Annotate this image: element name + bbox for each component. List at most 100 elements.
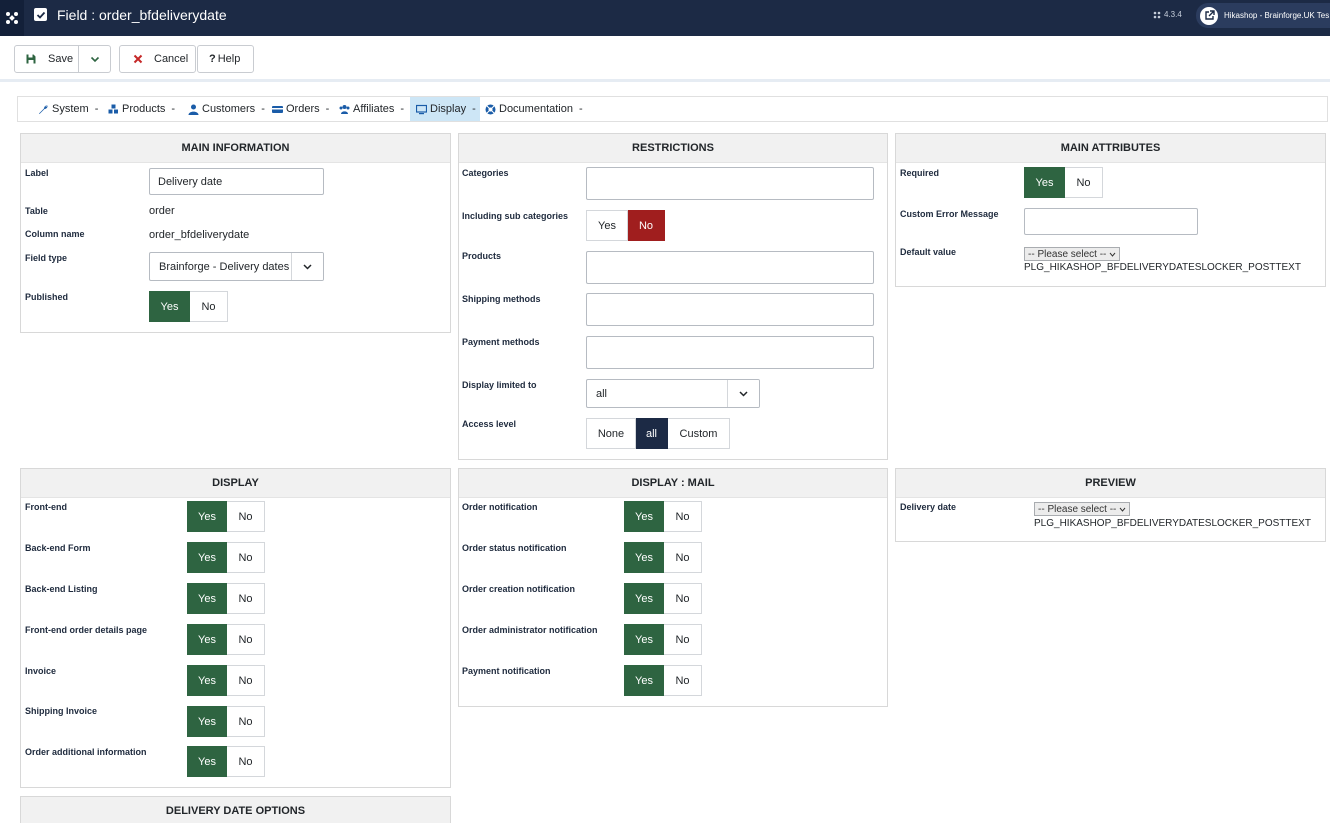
joomla-logo-icon[interactable]	[0, 0, 24, 36]
backend-listing-no[interactable]: No	[227, 583, 265, 614]
published-yes[interactable]: Yes	[149, 291, 190, 322]
cancel-button[interactable]: Cancel	[119, 45, 196, 73]
joomla-small-icon	[1153, 11, 1161, 18]
table-label: Table	[25, 206, 48, 216]
frontend-label: Front-end	[25, 502, 67, 512]
delivery-date-options-panel: DELIVERY DATE OPTIONS	[20, 796, 451, 823]
order-admin-notification-no[interactable]: No	[664, 624, 702, 655]
access-none[interactable]: None	[586, 418, 636, 449]
required-yes[interactable]: Yes	[1024, 167, 1065, 198]
display-limited-value: all	[596, 387, 608, 400]
order-admin-notification-yes[interactable]: Yes	[624, 624, 664, 655]
display-limited-select[interactable]: all	[586, 379, 760, 408]
products-input[interactable]	[586, 251, 874, 284]
save-icon	[26, 54, 36, 64]
published-label: Published	[25, 292, 69, 302]
shipping-invoice-yes[interactable]: Yes	[187, 706, 227, 737]
shipping-methods-input[interactable]	[586, 293, 874, 326]
display-title: DISPLAY	[21, 469, 450, 498]
required-toggle: Yes No	[1024, 167, 1103, 198]
top-header: Field : order_bfdeliverydate 4.3.4 Hikas…	[0, 0, 1330, 36]
lifebuoy-icon	[485, 104, 496, 114]
order-notification-toggle: Yes No	[624, 501, 702, 532]
site-link-button[interactable]: Hikashop - Brainforge.UK Tes...	[1196, 3, 1330, 28]
frontend-order-details-yes[interactable]: Yes	[187, 624, 227, 655]
frontend-no[interactable]: No	[227, 501, 265, 532]
backend-form-yes[interactable]: Yes	[187, 542, 227, 573]
required-no[interactable]: No	[1065, 167, 1103, 198]
order-status-notification-toggle: Yes No	[624, 542, 702, 573]
order-additional-info-label: Order additional information	[25, 747, 147, 757]
frontend-toggle: Yes No	[187, 501, 265, 532]
default-value-select[interactable]: -- Please select --	[1024, 247, 1121, 261]
invoice-toggle: Yes No	[187, 665, 265, 696]
save-button[interactable]: Save	[14, 45, 79, 73]
cancel-label: Cancel	[154, 53, 189, 65]
save-dropdown-button[interactable]	[79, 45, 111, 73]
subcat-toggle: Yes No	[586, 210, 665, 241]
menu-display-dash: -	[472, 103, 476, 115]
menu-customers[interactable]: Customers -	[188, 97, 268, 121]
shipping-invoice-no[interactable]: No	[227, 706, 265, 737]
invoice-yes[interactable]: Yes	[187, 665, 227, 696]
frontend-order-details-no[interactable]: No	[227, 624, 265, 655]
default-value-select-text: -- Please select --	[1028, 248, 1107, 260]
backend-form-no[interactable]: No	[227, 542, 265, 573]
preview-select[interactable]: -- Please select --	[1034, 502, 1131, 516]
categories-input[interactable]	[586, 167, 874, 200]
order-notification-no[interactable]: No	[664, 501, 702, 532]
menu-display[interactable]: Display -	[410, 97, 480, 121]
backend-listing-toggle: Yes No	[187, 583, 265, 614]
access-custom[interactable]: Custom	[668, 418, 730, 449]
menu-documentation-label: Documentation	[499, 103, 573, 115]
access-level-label: Access level	[462, 419, 517, 429]
backend-listing-yes[interactable]: Yes	[187, 583, 227, 614]
order-status-notification-label: Order status notification	[462, 543, 567, 553]
payment-notification-no[interactable]: No	[664, 665, 702, 696]
order-status-notification-no[interactable]: No	[664, 542, 702, 573]
menu-documentation[interactable]: Documentation -	[485, 97, 585, 121]
order-status-notification-yes[interactable]: Yes	[624, 542, 664, 573]
label-input[interactable]	[149, 168, 324, 195]
invoice-no[interactable]: No	[227, 665, 265, 696]
custom-error-input[interactable]	[1024, 208, 1198, 235]
menu-affiliates[interactable]: Affiliates -	[339, 97, 409, 121]
subcat-yes[interactable]: Yes	[586, 210, 628, 241]
payment-notification-yes[interactable]: Yes	[624, 665, 664, 696]
menu-orders[interactable]: Orders -	[272, 97, 332, 121]
order-creation-notification-no[interactable]: No	[664, 583, 702, 614]
frontend-yes[interactable]: Yes	[187, 501, 227, 532]
help-button[interactable]: ? Help	[197, 45, 254, 73]
order-creation-notification-toggle: Yes No	[624, 583, 702, 614]
restrictions-panel: RESTRICTIONS Categories Including sub ca…	[458, 133, 888, 460]
payment-methods-input[interactable]	[586, 336, 874, 369]
subcat-no[interactable]: No	[628, 210, 665, 241]
monitor-icon	[416, 104, 427, 114]
payment-notification-toggle: Yes No	[624, 665, 702, 696]
menu-system[interactable]: System -	[38, 97, 100, 121]
access-all[interactable]: all	[636, 418, 668, 449]
order-admin-notification-label: Order administrator notification	[462, 625, 598, 635]
preview-posttext: PLG_HIKASHOP_BFDELIVERYDATESLOCKER_POSTT…	[1034, 518, 1311, 529]
help-label: Help	[217, 53, 241, 65]
menu-affiliates-dash: -	[400, 103, 405, 115]
chevron-down-icon	[1109, 252, 1116, 257]
order-notification-yes[interactable]: Yes	[624, 501, 664, 532]
order-additional-info-toggle: Yes No	[187, 746, 265, 777]
default-value-posttext: PLG_HIKASHOP_BFDELIVERYDATESLOCKER_POSTT…	[1024, 262, 1301, 273]
preview-title: PREVIEW	[896, 469, 1325, 498]
column-name-label: Column name	[25, 229, 85, 239]
main-attributes-title: MAIN ATTRIBUTES	[896, 134, 1325, 163]
field-type-select[interactable]: Brainforge - Delivery dates f	[149, 252, 324, 281]
menu-display-label: Display	[430, 103, 467, 115]
chevron-down-icon	[727, 380, 759, 407]
wrench-icon	[39, 104, 48, 114]
order-additional-info-no[interactable]: No	[227, 746, 265, 777]
restrictions-title: RESTRICTIONS	[459, 134, 887, 163]
published-no[interactable]: No	[190, 291, 228, 322]
default-value-label: Default value	[900, 247, 957, 257]
order-creation-notification-yes[interactable]: Yes	[624, 583, 664, 614]
menu-products[interactable]: Products -	[108, 97, 178, 121]
order-additional-info-yes[interactable]: Yes	[187, 746, 227, 777]
version-text: 4.3.4	[1164, 10, 1182, 19]
